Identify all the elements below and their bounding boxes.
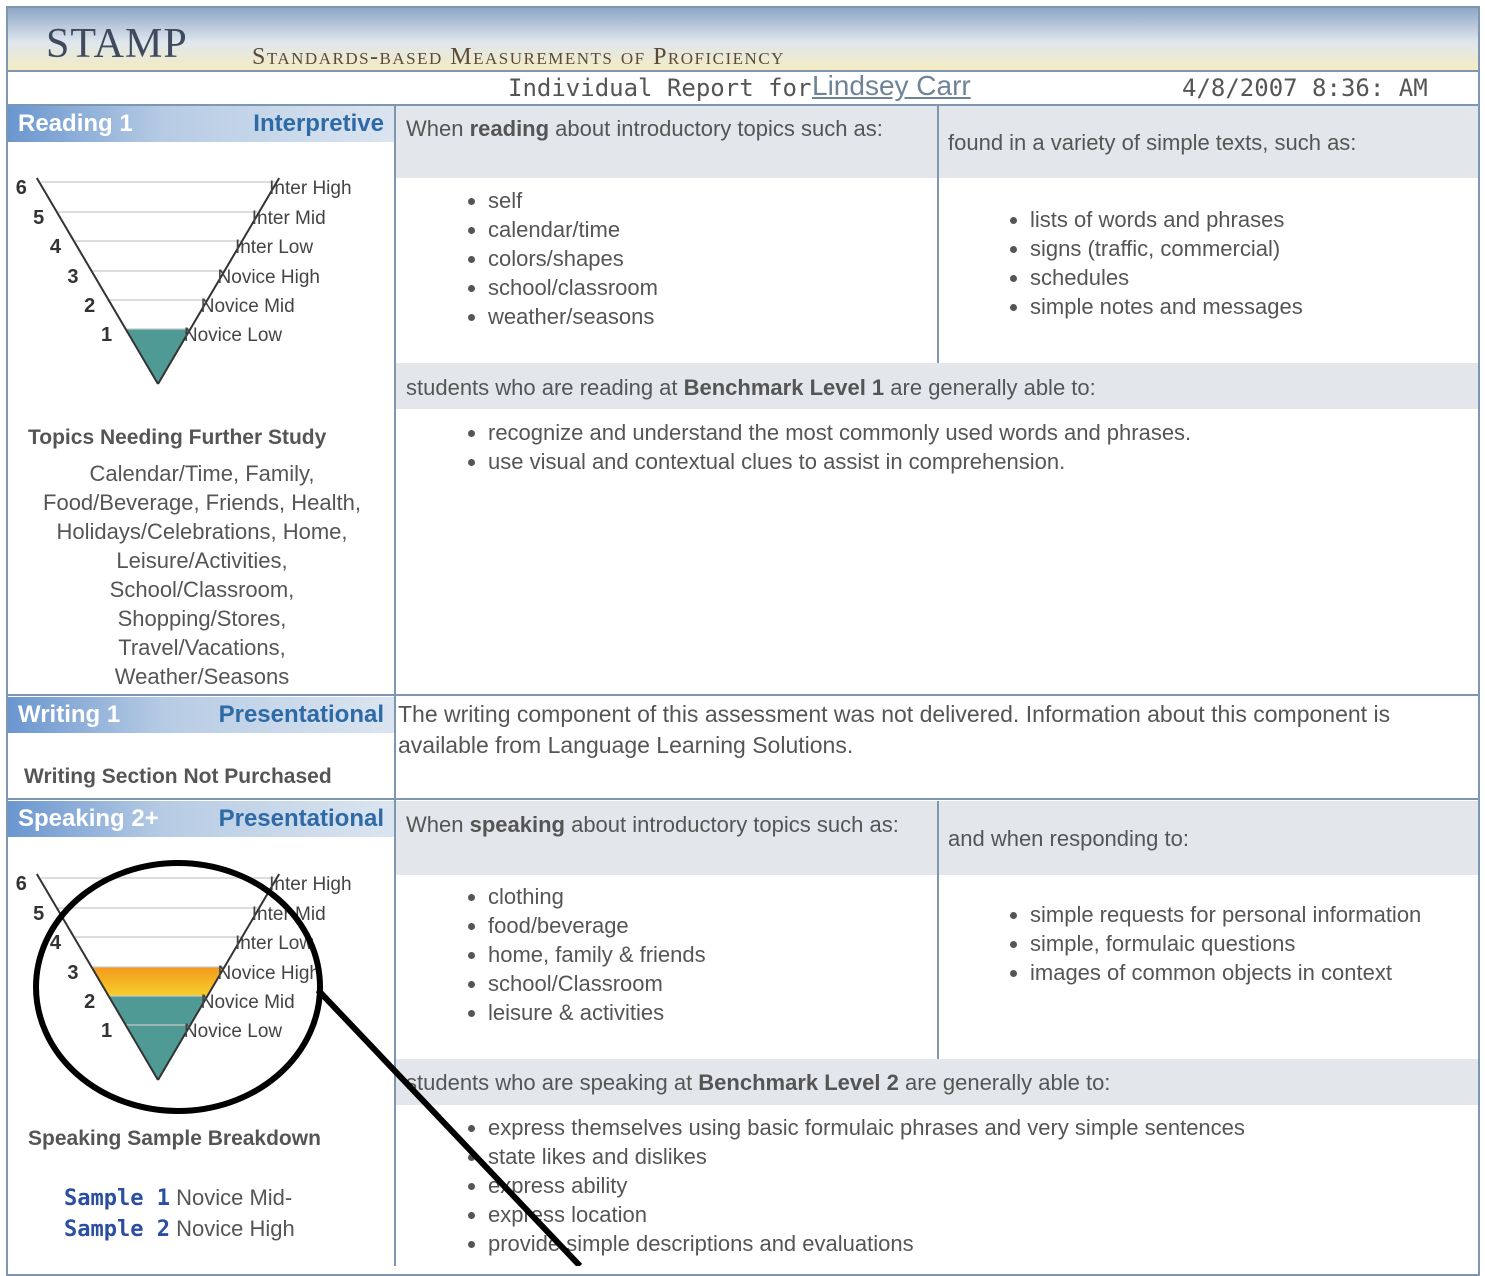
- annotation-overlay: [33, 860, 583, 1266]
- annotation-pointer: [315, 987, 583, 1266]
- annotation-circle: [33, 860, 323, 1114]
